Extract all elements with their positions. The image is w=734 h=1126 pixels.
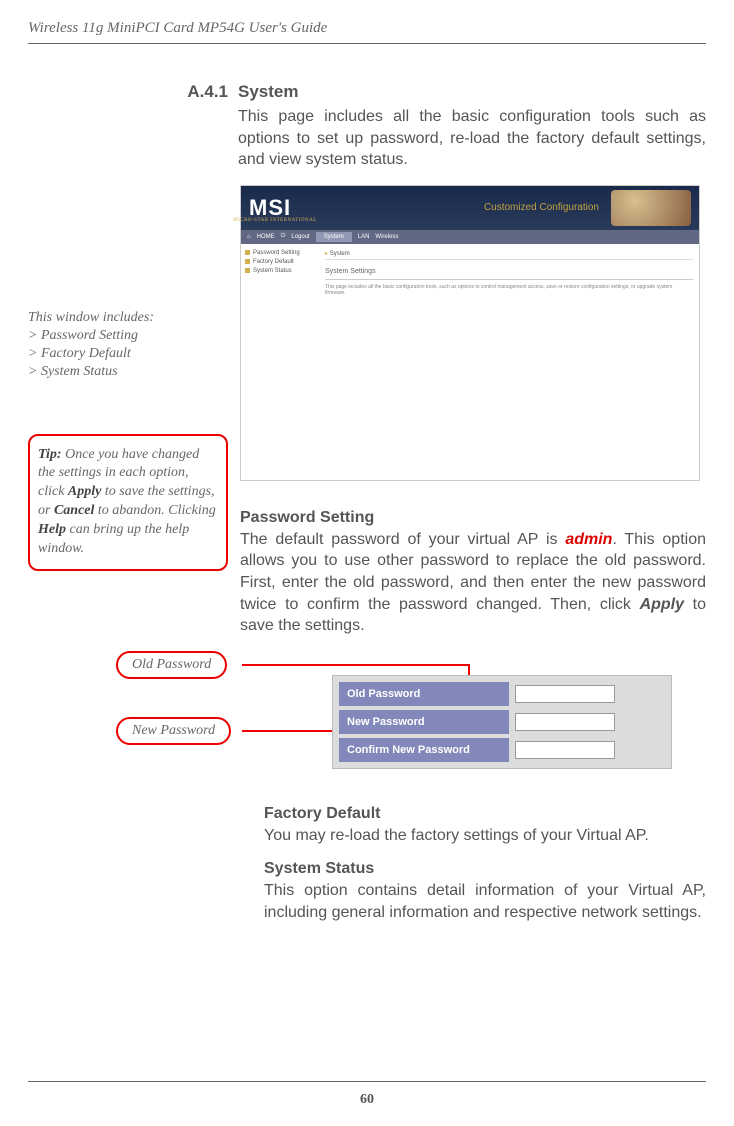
password-setting-title: Password Setting [240,509,706,527]
form-row: Old Password [339,682,665,706]
screenshot-main: ▸ System System Settings This page inclu… [319,244,699,480]
tab-logout[interactable]: Logout [291,234,309,240]
screenshot-header: MSI MICRO-STAR INTERNATIONAL Customized … [241,186,699,230]
running-header: Wireless 11g MiniPCI Card MP54G User's G… [28,20,706,44]
bullet-icon [245,259,250,264]
includes-item: > Factory Default [28,345,228,363]
sidebar-item[interactable]: System Status [245,268,315,274]
page-number: 60 [360,1092,374,1108]
password-setting-text: The default password of your virtual AP … [240,529,706,637]
includes-item: > System Status [28,363,228,381]
tab-system[interactable]: System [316,232,352,242]
old-password-callout: Old Password [116,651,227,679]
system-page-screenshot: MSI MICRO-STAR INTERNATIONAL Customized … [240,185,700,481]
section-number: A.4.1 [28,82,228,185]
bullet-icon [245,250,250,255]
panel-title: System Settings [325,268,693,275]
breadcrumb: ▸ System [325,250,693,260]
tab-home[interactable]: HOME [257,234,275,240]
confirm-password-label: Confirm New Password [339,738,509,762]
section-title: System [238,82,706,102]
home-icon[interactable]: ⌂ [247,234,251,240]
old-password-input[interactable] [515,685,615,703]
password-form-screenshot: Old Password New Password Confirm New Pa… [332,675,672,769]
tip-label: Tip: [38,447,62,462]
factory-default-title: Factory Default [264,805,706,823]
divider [325,279,693,280]
section-intro: This page includes all the basic configu… [238,106,706,171]
window-includes: This window includes: > Password Setting… [28,309,228,382]
tab-wireless[interactable]: Wireless [375,234,398,240]
footer-rule [28,1081,706,1082]
sidebar-item[interactable]: Factory Default [245,259,315,265]
tab-lan[interactable]: LAN [358,234,370,240]
includes-title: This window includes: [28,309,228,327]
new-password-label: New Password [339,710,509,734]
system-status-title: System Status [264,860,706,878]
msi-logo: MSI [249,195,291,221]
new-password-input[interactable] [515,713,615,731]
panel-text: This page includes all the basic configu… [325,284,693,297]
tip-box: Tip: Once you have changed the settings … [28,434,228,571]
factory-default-text: You may re-load the factory settings of … [264,825,706,847]
screenshot-sidebar: Password Setting Factory Default System … [241,244,319,480]
confirm-password-input[interactable] [515,741,615,759]
arrow-icon: ▸ [325,251,328,257]
form-row: New Password [339,710,665,734]
logo-subtitle: MICRO-STAR INTERNATIONAL [233,218,317,223]
logout-icon[interactable]: ⏻ [281,233,286,240]
header-photo [611,190,691,226]
bullet-icon [245,268,250,273]
nav-tabs: ⌂ HOME ⏻ Logout System LAN Wireless [241,230,699,244]
new-password-callout: New Password [116,717,231,745]
sidebar-item[interactable]: Password Setting [245,250,315,256]
header-tagline: Customized Configuration [484,202,599,213]
old-password-label: Old Password [339,682,509,706]
system-status-text: This option contains detail information … [264,880,706,923]
connector-line [242,664,470,666]
includes-item: > Password Setting [28,327,228,345]
form-row: Confirm New Password [339,738,665,762]
